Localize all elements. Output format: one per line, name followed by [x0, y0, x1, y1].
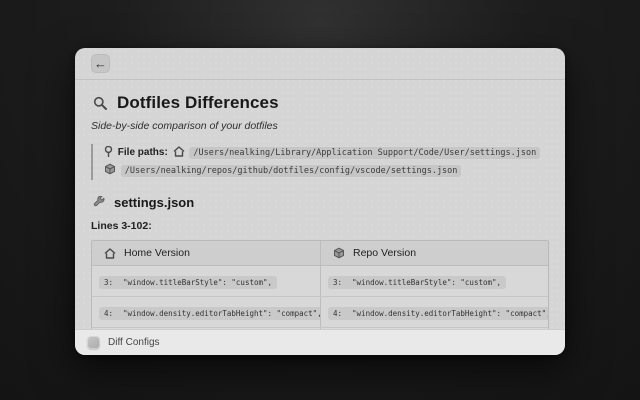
- dotfiles-differences-window: ← Dotfiles Differences Side-by-side comp…: [75, 48, 565, 355]
- line-number: 3:: [333, 278, 342, 287]
- home-version-header: Home Version: [92, 241, 320, 265]
- diff-table-header: Home Version Repo Version: [92, 241, 548, 266]
- code-text: "window.titleBarStyle": "custom",: [352, 278, 501, 287]
- line-number: 3:: [104, 278, 113, 287]
- wrench-icon: [93, 196, 106, 209]
- content-area: Dotfiles Differences Side-by-side compar…: [75, 80, 565, 329]
- home-code-cell: 4: "window.density.editorTabHeight": "com…: [92, 297, 320, 327]
- code-line-badge: 4: "window.density.editorTabHeight": "com…: [328, 307, 548, 320]
- repo-path-badge: /Users/nealking/repos/github/dotfiles/co…: [121, 165, 462, 177]
- line-number: 4:: [104, 309, 113, 318]
- code-line-badge: 3: "window.titleBarStyle": "custom",: [328, 276, 506, 289]
- command-name: Diff Configs: [108, 337, 160, 348]
- file-section-heading: settings.json: [91, 195, 549, 210]
- diff-table: Home Version Repo Version 3:"window.ti: [91, 240, 549, 329]
- page-title: Dotfiles Differences: [117, 93, 279, 113]
- repo-code-cell: 3: "window.titleBarStyle": "custom",: [320, 266, 548, 296]
- file-name: settings.json: [114, 195, 194, 210]
- code-line-badge: 4: "window.density.editorTabHeight": "com…: [99, 307, 320, 320]
- magnifier-icon: [93, 96, 108, 111]
- package-icon: [104, 163, 116, 175]
- page-subtitle: Side-by-side comparison of your dotfiles: [91, 120, 549, 132]
- file-paths-block: File paths: /Users/nealking/Library/Appl…: [91, 144, 543, 180]
- table-row: 4: "window.density.editorTabHeight": "com…: [92, 297, 548, 328]
- home-version-label: Home Version: [124, 247, 190, 259]
- diff-table-body: 3: "window.titleBarStyle": "custom", 3: "w…: [92, 266, 548, 329]
- home-icon: [173, 146, 185, 157]
- line-number: 4:: [333, 309, 342, 318]
- package-icon: [333, 247, 345, 259]
- code-text: "window.density.editorTabHeight": "compa…: [352, 309, 548, 318]
- repo-code-cell: 4: "window.density.editorTabHeight": "com…: [320, 297, 548, 327]
- window-footer: Diff Configs: [75, 329, 565, 355]
- code-text: "window.density.editorTabHeight": "compa…: [123, 309, 320, 318]
- home-path-badge: /Users/nealking/Library/Application Supp…: [189, 147, 540, 159]
- code-line-badge: 3: "window.titleBarStyle": "custom",: [99, 276, 277, 289]
- code-text: "window.titleBarStyle": "custom",: [123, 278, 272, 287]
- file-paths-label: File paths:: [118, 147, 168, 158]
- extension-app-icon: [87, 336, 100, 349]
- back-arrow-icon: ←: [94, 57, 107, 70]
- repo-version-header: Repo Version: [320, 241, 548, 265]
- back-button[interactable]: ←: [91, 54, 110, 73]
- home-icon: [104, 248, 116, 259]
- pushpin-icon: [104, 146, 113, 157]
- table-row: 3: "window.titleBarStyle": "custom", 3: "w…: [92, 266, 548, 297]
- title-row: Dotfiles Differences: [91, 93, 549, 113]
- repo-version-label: Repo Version: [353, 247, 416, 259]
- home-code-cell: 3: "window.titleBarStyle": "custom",: [92, 266, 320, 296]
- window-header: ←: [75, 48, 565, 80]
- lines-range-label: Lines 3-102:: [91, 220, 549, 232]
